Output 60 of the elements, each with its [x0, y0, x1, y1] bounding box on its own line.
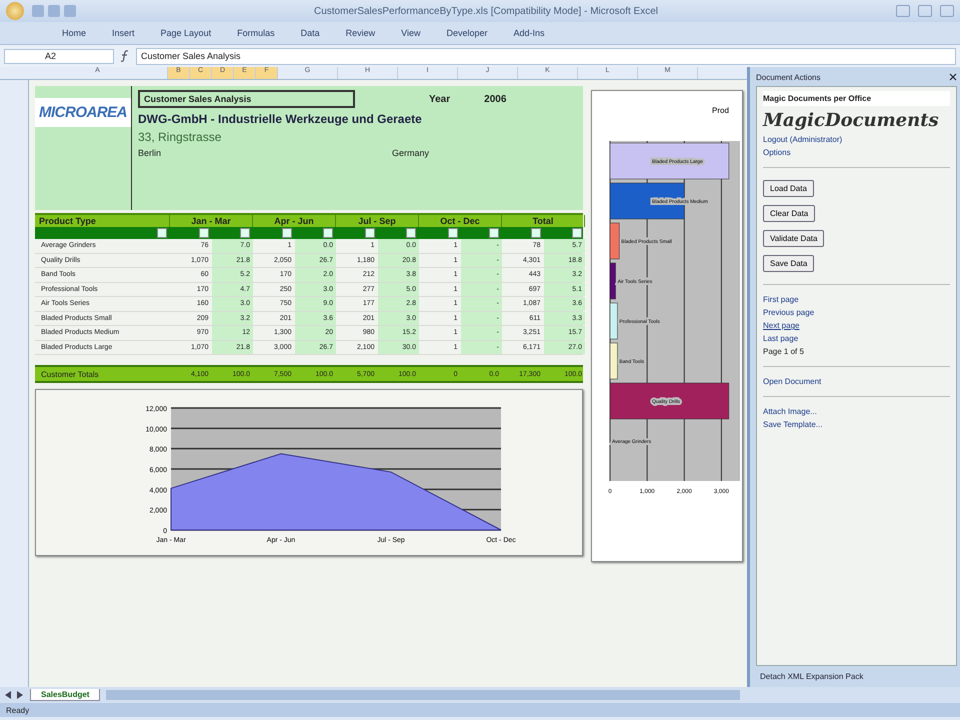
- window-title: CustomerSalesPerformanceByType.xls [Compatibility Mode] - Microsoft Excel: [312, 6, 659, 16]
- page-nav-link[interactable]: Last page: [763, 334, 798, 343]
- function-icon[interactable]: [120, 50, 130, 62]
- filter-dropdown[interactable]: [364, 228, 374, 238]
- pane-link[interactable]: Save Template...: [763, 420, 822, 429]
- filter-dropdown[interactable]: [530, 228, 540, 238]
- page-indicator: Page 1 of 5: [763, 347, 805, 356]
- close-icon[interactable]: [949, 73, 957, 81]
- ribbon-tab[interactable]: Formulas: [225, 26, 287, 40]
- year-value: 2006: [484, 94, 506, 104]
- maximize-button[interactable]: [918, 5, 932, 17]
- pane-link[interactable]: Logout (Administrator): [763, 135, 842, 144]
- ribbon-tab[interactable]: Page Layout: [148, 26, 224, 40]
- filter-dropdown[interactable]: [157, 228, 167, 238]
- ribbon-tab[interactable]: Data: [288, 26, 332, 40]
- chart-title: Prod: [712, 106, 729, 115]
- company-logo: MICROAREA: [35, 98, 131, 127]
- action-button[interactable]: Clear Data: [763, 205, 816, 222]
- status-text: Ready: [6, 706, 30, 714]
- totals-label: Customer Totals: [40, 368, 100, 380]
- expansion-pack-link[interactable]: Detach XML Expansion Pack: [756, 666, 868, 687]
- pane-heading: Magic Documents per Office: [763, 91, 950, 106]
- page-nav-link[interactable]: Previous page: [763, 308, 814, 317]
- pane-link[interactable]: Attach Image...: [763, 407, 817, 416]
- page-nav-link[interactable]: First page: [763, 295, 799, 304]
- ribbon-tab[interactable]: Review: [334, 26, 388, 40]
- action-button[interactable]: Save Data: [763, 255, 814, 272]
- company-name: DWG-GmbH - Industrielle Werkzeuge und Geraete: [138, 112, 423, 126]
- filter-dropdown[interactable]: [198, 228, 208, 238]
- filter-dropdown[interactable]: [406, 228, 416, 238]
- product-logo: MagicDocuments: [763, 110, 940, 131]
- year-label: Year: [429, 94, 450, 104]
- country: Germany: [392, 148, 430, 158]
- action-button[interactable]: Validate Data: [763, 230, 824, 247]
- minimize-button[interactable]: [896, 5, 910, 17]
- filter-dropdown[interactable]: [489, 228, 499, 238]
- filter-dropdown[interactable]: [572, 228, 582, 238]
- formula-field[interactable]: Customer Sales Analysis: [136, 48, 956, 64]
- sheet-tab[interactable]: SalesBudget: [30, 689, 100, 701]
- street-address: 33, Ringstrasse: [138, 130, 222, 144]
- page-nav-link[interactable]: Next page: [763, 321, 800, 330]
- pane-link[interactable]: Options: [763, 148, 791, 157]
- pane-title: Document Actions: [756, 73, 820, 82]
- name-box[interactable]: A2: [4, 48, 114, 64]
- filter-dropdown[interactable]: [448, 228, 458, 238]
- action-button[interactable]: Load Data: [763, 180, 814, 197]
- ribbon-tab[interactable]: View: [389, 26, 432, 40]
- sheet-nav-icon[interactable]: [4, 691, 24, 699]
- city: Berlin: [138, 148, 162, 158]
- filter-dropdown[interactable]: [282, 228, 292, 238]
- ribbon-tab[interactable]: Add-Ins: [502, 26, 557, 40]
- ribbon-tab[interactable]: Insert: [100, 26, 147, 40]
- filter-dropdown[interactable]: [240, 228, 250, 238]
- horizontal-scrollbar[interactable]: [106, 690, 740, 700]
- ribbon-tab[interactable]: Home: [50, 26, 98, 40]
- close-button[interactable]: [940, 5, 954, 17]
- open-document-link[interactable]: Open Document: [763, 377, 822, 386]
- ribbon-tab[interactable]: Developer: [434, 26, 500, 40]
- filter-dropdown[interactable]: [323, 228, 333, 238]
- report-title: Customer Sales Analysis: [138, 90, 355, 108]
